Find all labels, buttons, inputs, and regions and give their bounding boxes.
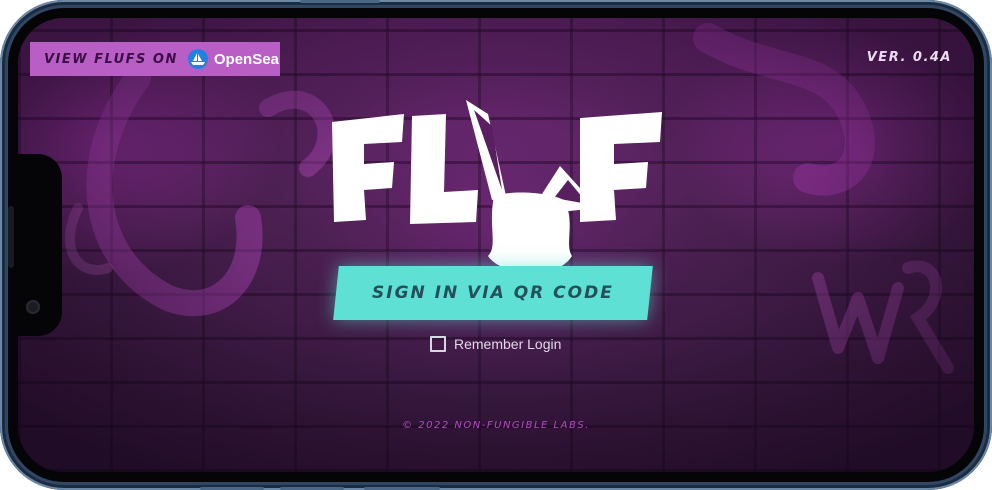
- remember-login-label: Remember Login: [454, 336, 562, 352]
- remember-login-toggle[interactable]: Remember Login: [430, 336, 561, 352]
- bunny-head-icon: [466, 100, 598, 273]
- speaker-grille: [8, 206, 14, 268]
- volume-button: [300, 0, 380, 3]
- version-label: VER. 0.4A: [866, 50, 952, 65]
- copyright-footer: © 2022 NON-FUNGIBLE LABS.: [402, 420, 590, 431]
- opensea-boat-icon: [187, 49, 208, 69]
- sign-in-qr-label: SIGN IN VIA QR CODE: [372, 283, 614, 303]
- view-on-opensea-link[interactable]: VIEW FLUFS ON OpenSea: [30, 42, 280, 76]
- sign-in-qr-button[interactable]: SIGN IN VIA QR CODE: [333, 266, 653, 320]
- camera-icon: [26, 300, 40, 314]
- opensea-brand-label: OpenSea: [213, 50, 279, 68]
- remember-login-checkbox[interactable]: [430, 336, 446, 352]
- fluf-logo: [332, 100, 662, 273]
- opensea-prefix-label: VIEW FLUFS ON: [44, 51, 178, 67]
